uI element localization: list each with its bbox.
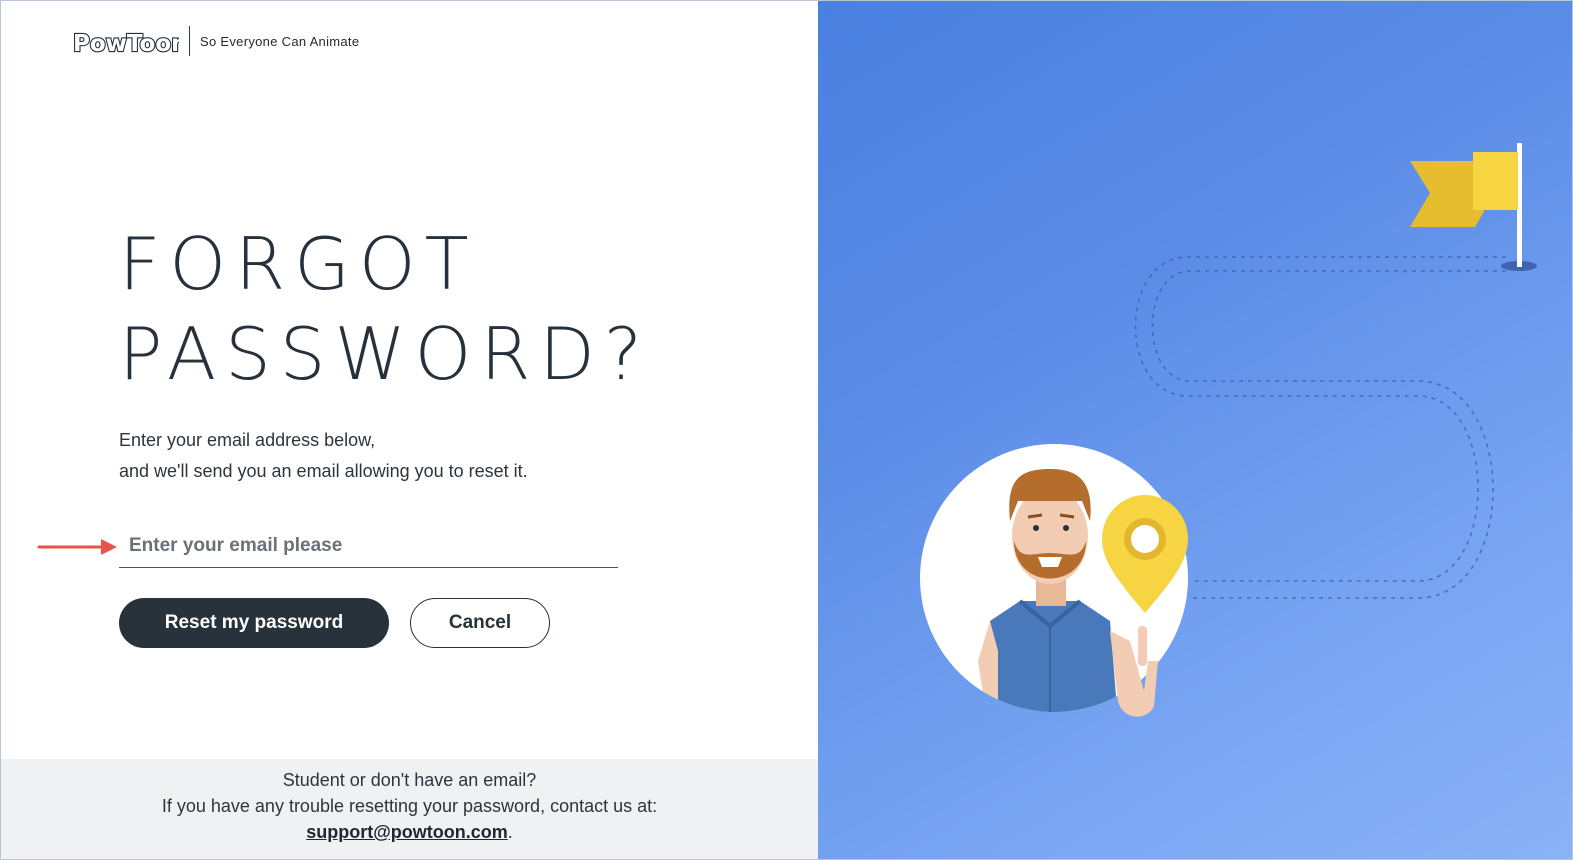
page-description: Enter your email address below, and we'l…	[119, 425, 528, 487]
reset-password-button[interactable]: Reset my password	[119, 598, 389, 648]
red-arrow-icon	[37, 539, 117, 555]
page-title: FORGOT PASSWORD?	[119, 219, 651, 399]
left-panel: PowToon So Everyone Can Animate FORGOT P…	[1, 1, 818, 859]
dashed-path	[1134, 256, 1506, 599]
help-footer: Student or don't have an email? If you h…	[1, 759, 818, 859]
email-input[interactable]	[119, 527, 618, 565]
page-title-line1: FORGOT	[119, 222, 478, 306]
powtoon-logo[interactable]: PowToon	[71, 23, 179, 59]
footer-line3: support@powtoon.com.	[1, 819, 818, 845]
page-frame: PowToon So Everyone Can Animate FORGOT P…	[0, 0, 1573, 860]
brand-tagline: So Everyone Can Animate	[200, 33, 360, 49]
path-illustration	[920, 143, 1537, 717]
description-line2: and we'll send you an email allowing you…	[119, 461, 528, 481]
footer-line2: If you have any trouble resetting your p…	[161, 796, 658, 816]
description-line1: Enter your email address below,	[119, 430, 376, 450]
logo-wordmark: PowToon	[73, 31, 179, 57]
illustration-panel	[818, 1, 1572, 859]
logo-divider	[189, 26, 190, 56]
email-field-wrapper	[119, 527, 618, 568]
header-logo[interactable]: PowToon So Everyone Can Animate	[71, 21, 359, 61]
footer-line1: Student or don't have an email?	[282, 770, 537, 790]
flag-icon	[1410, 143, 1537, 271]
cancel-button[interactable]: Cancel	[410, 598, 550, 648]
support-email-link[interactable]: support@powtoon.com	[306, 822, 508, 842]
footer-trailing: .	[507, 822, 513, 842]
page-title-line2: PASSWORD?	[119, 312, 652, 396]
